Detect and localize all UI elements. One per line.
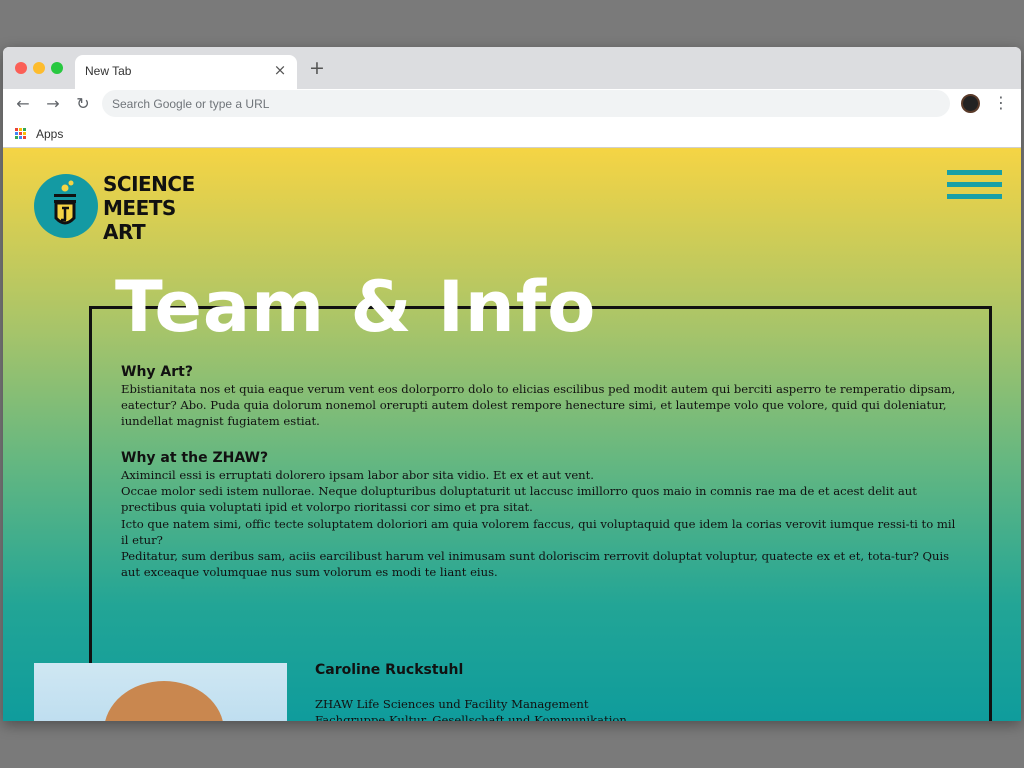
team-member-affiliation: ZHAW Life Sciences und Facility Manageme… bbox=[315, 697, 589, 711]
logo-flask-icon[interactable] bbox=[34, 174, 98, 238]
section-paragraph: Occae molor sedi istem nullorae. Neque d… bbox=[121, 484, 917, 515]
close-window-button[interactable] bbox=[15, 62, 27, 74]
new-tab-button[interactable]: + bbox=[307, 57, 327, 79]
section-paragraph: Ebistianitata nos et quia eaque verum ve… bbox=[121, 382, 956, 429]
team-member-name: Caroline Ruckstuhl bbox=[315, 662, 464, 678]
section-why-zhaw: Why at the ZHAW? Aximincil essi is errup… bbox=[121, 450, 961, 580]
address-input[interactable] bbox=[102, 90, 950, 117]
logo-wordmark[interactable]: SCIENCE MEETS ART bbox=[103, 172, 195, 244]
browser-toolbar: ← → ↻ ⋮ bbox=[3, 89, 1021, 121]
section-paragraph: Aximincil essi is erruptati dolorero ips… bbox=[121, 468, 594, 482]
section-heading: Why at the ZHAW? bbox=[121, 450, 269, 466]
maximize-window-button[interactable] bbox=[51, 62, 63, 74]
team-member-photo bbox=[34, 663, 287, 721]
forward-arrow-icon[interactable]: → bbox=[43, 94, 63, 113]
address-bar[interactable] bbox=[102, 90, 950, 117]
team-member-info: ZHAW Life Sciences und Facility Manageme… bbox=[315, 696, 627, 721]
logo-line: ART bbox=[103, 220, 146, 244]
apps-bookmark[interactable]: Apps bbox=[36, 127, 63, 141]
team-member-group: Fachgruppe Kultur, Gesellschaft und Komm… bbox=[315, 713, 627, 721]
page-title: Team & Info bbox=[115, 266, 597, 348]
reload-icon[interactable]: ↻ bbox=[73, 94, 93, 113]
more-menu-icon[interactable]: ⋮ bbox=[993, 93, 1009, 112]
bookmarks-bar: Apps bbox=[3, 121, 1021, 148]
section-paragraph: Icto que natem simi, offic tecte solupta… bbox=[121, 516, 956, 547]
minimize-window-button[interactable] bbox=[33, 62, 45, 74]
close-tab-icon[interactable]: × bbox=[271, 61, 289, 79]
logo-line: SCIENCE bbox=[103, 172, 195, 196]
browser-window: New Tab × + ← → ↻ ⋮ Apps bbox=[3, 47, 1021, 721]
back-arrow-icon[interactable]: ← bbox=[13, 94, 33, 113]
section-paragraph: Peditatur, sum deribus sam, aciis earcil… bbox=[121, 549, 950, 580]
section-heading: Why Art? bbox=[121, 364, 193, 380]
section-why-art: Why Art? Ebistianitata nos et quia eaque… bbox=[121, 364, 961, 430]
apps-grid-icon[interactable] bbox=[15, 128, 27, 140]
page-viewport: SCIENCE MEETS ART Team & Info Why Art? E… bbox=[3, 148, 1021, 721]
tab-title: New Tab bbox=[85, 64, 132, 78]
tab-new-tab[interactable]: New Tab × bbox=[75, 55, 297, 89]
logo-line: MEETS bbox=[103, 196, 176, 220]
tab-strip: New Tab × + bbox=[3, 47, 1021, 89]
profile-avatar[interactable] bbox=[961, 94, 980, 113]
hamburger-menu-icon[interactable] bbox=[947, 170, 1002, 202]
